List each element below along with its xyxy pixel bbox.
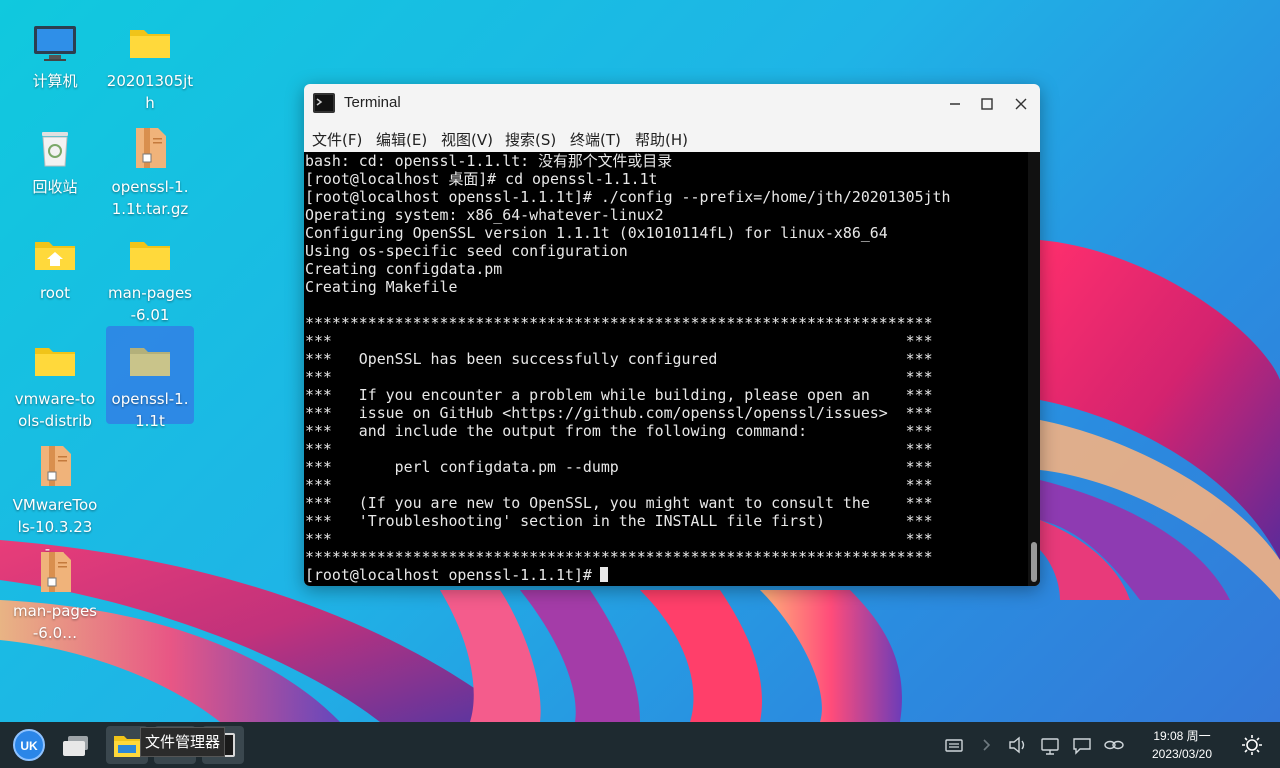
desktop-icon-man-pages-folder[interactable]: man-pages-6.01 xyxy=(106,224,194,326)
desktop-icon-label: root xyxy=(39,284,71,302)
desktop-icon-openssl-archive[interactable]: openssl-1.1.1t.tar.gz xyxy=(106,118,194,220)
menu-help[interactable]: 帮助(H) xyxy=(635,129,688,150)
terminal-line: [root@localhost 桌面]# cd openssl-1.1.1t xyxy=(305,170,658,188)
terminal-app-icon xyxy=(313,93,335,113)
menu-edit[interactable]: 编辑(E) xyxy=(376,129,427,150)
terminal-line: Creating configdata.pm xyxy=(305,260,503,278)
scrollbar-thumb[interactable] xyxy=(1031,542,1037,582)
terminal-line: *** If you encounter a problem while bui… xyxy=(305,386,933,404)
close-icon xyxy=(1015,98,1027,110)
minimize-icon xyxy=(950,103,960,105)
archive-icon xyxy=(41,446,71,486)
terminal-line: *** *** xyxy=(305,332,933,350)
desktop-icon-20201305jth[interactable]: 20201305jth xyxy=(106,12,194,114)
chat-bubble-icon xyxy=(1073,738,1091,755)
desktop-icon-man-pages-archive[interactable]: man-pages-6.0… xyxy=(11,542,99,644)
menu-file[interactable]: 文件(F) xyxy=(312,129,362,150)
terminal-line: *** 'Troubleshooting' section in the INS… xyxy=(305,512,933,530)
close-button[interactable] xyxy=(1006,90,1036,118)
desktop-icon-label: openssl-1.1.1t xyxy=(111,390,189,430)
desktop-icon-label: 回收站 xyxy=(32,178,78,196)
clock-time: 19:08 周一 xyxy=(1153,729,1211,743)
terminal-line: ****************************************… xyxy=(305,314,933,332)
multitask-view-icon xyxy=(63,736,88,756)
minimize-button[interactable] xyxy=(940,90,970,118)
archive-icon xyxy=(41,552,71,592)
desktop-icon-label: openssl-1.1.1t.tar.gz xyxy=(111,178,189,218)
clock-date: 2023/03/20 xyxy=(1151,747,1213,761)
link-icon xyxy=(1104,740,1124,750)
desktop-icon-vmware-tools-distrib[interactable]: vmware-tools-distrib xyxy=(11,330,99,432)
folder-icon xyxy=(35,348,75,376)
desktop-icon-label: vmware-tools-distrib xyxy=(14,390,96,430)
terminal-line: *** (If you are new to OpenSSL, you migh… xyxy=(305,494,933,512)
terminal-line: Configuring OpenSSL version 1.1.1t (0x10… xyxy=(305,224,888,242)
archive-icon xyxy=(136,128,166,168)
menu-bar: 文件(F) 编辑(E) 视图(V) 搜索(S) 终端(T) 帮助(H) xyxy=(304,124,1040,152)
network-icon xyxy=(1041,738,1059,755)
desktop-icon-trash[interactable]: 回收站 xyxy=(11,118,99,198)
terminal-line: Operating system: x86_64-whatever-linux2 xyxy=(305,206,664,224)
brightness-icon xyxy=(1242,735,1262,755)
terminal-line: ****************************************… xyxy=(305,548,933,566)
terminal-line: *** issue on GitHub <https://github.com/… xyxy=(305,404,933,422)
chevron-right-icon xyxy=(983,739,991,751)
terminal-line: bash: cd: openssl-1.1.lt: 没有那个文件或目录 xyxy=(305,152,673,170)
terminal-prompt: [root@localhost openssl-1.1.1t]# xyxy=(305,566,592,584)
expand-tray-button[interactable] xyxy=(972,726,1000,764)
terminal-line: *** *** xyxy=(305,368,933,386)
volume-button[interactable] xyxy=(1004,726,1032,764)
desktop-icon-openssl-folder[interactable]: openssl-1.1.1t xyxy=(106,326,194,430)
taskbar-tooltip: 文件管理器 xyxy=(140,727,226,757)
svg-text:UK: UK xyxy=(20,739,38,753)
desktop-icon-root[interactable]: root xyxy=(11,224,99,304)
desktop-icon-computer[interactable]: 计算机 xyxy=(11,12,99,92)
terminal-window[interactable]: Terminal 文件(F) 编辑(E) 视图(V) 搜索(S) 终端(T) 帮… xyxy=(304,84,1040,586)
kylin-start-icon: UK xyxy=(13,729,45,761)
menu-terminal[interactable]: 终端(T) xyxy=(570,129,621,150)
terminal-line: *** perl configdata.pm --dump *** xyxy=(305,458,933,476)
terminal-line: Using os-specific seed configuration xyxy=(305,242,628,260)
desktop-icon-label: 计算机 xyxy=(32,72,78,90)
terminal-line: *** *** xyxy=(305,440,933,458)
link-button[interactable] xyxy=(1100,726,1128,764)
terminal-scrollbar[interactable] xyxy=(1028,152,1040,586)
volume-icon xyxy=(1009,736,1025,754)
notification-button[interactable] xyxy=(1068,726,1096,764)
multitask-view-button[interactable] xyxy=(58,726,96,764)
terminal-line: *** OpenSSL has been successfully config… xyxy=(305,350,933,368)
clock[interactable]: 19:08 周一 2023/03/20 xyxy=(1140,727,1224,763)
menu-view[interactable]: 视图(V) xyxy=(441,129,493,150)
terminal-line: [root@localhost openssl-1.1.1t]# ./confi… xyxy=(305,188,951,206)
terminal-line: *** *** xyxy=(305,476,933,494)
folder-icon xyxy=(130,348,170,376)
terminal-line: Creating Makefile xyxy=(305,278,458,296)
keyboard-button[interactable] xyxy=(940,726,968,764)
home-folder-icon xyxy=(35,242,75,270)
desktop-icon-label: man-pages-6.0… xyxy=(12,602,97,642)
window-title: Terminal xyxy=(344,94,401,111)
network-button[interactable] xyxy=(1036,726,1064,764)
title-bar[interactable]: Terminal xyxy=(304,84,1040,124)
desktop-icon-label: man-pages-6.01 xyxy=(107,284,192,324)
terminal-cursor xyxy=(599,567,608,582)
maximize-icon xyxy=(981,98,993,110)
maximize-button[interactable] xyxy=(972,90,1002,118)
keyboard-icon xyxy=(945,739,963,752)
trash-icon xyxy=(42,132,68,167)
menu-search[interactable]: 搜索(S) xyxy=(505,129,556,150)
desktop: 计算机 20201305jth 回收站 openssl-1.1.1t.tar.g… xyxy=(0,0,1280,722)
desktop-icon-label: 20201305jth xyxy=(106,72,194,112)
night-mode-button[interactable] xyxy=(1236,726,1268,764)
folder-icon xyxy=(130,242,170,270)
terminal-line: *** and include the output from the foll… xyxy=(305,422,933,440)
start-menu-button[interactable]: UK xyxy=(10,726,48,764)
folder-icon xyxy=(130,30,170,58)
terminal-output[interactable]: bash: cd: openssl-1.1.lt: 没有那个文件或目录 [roo… xyxy=(304,152,1040,586)
terminal-line: *** *** xyxy=(305,530,933,548)
computer-icon xyxy=(34,26,76,61)
